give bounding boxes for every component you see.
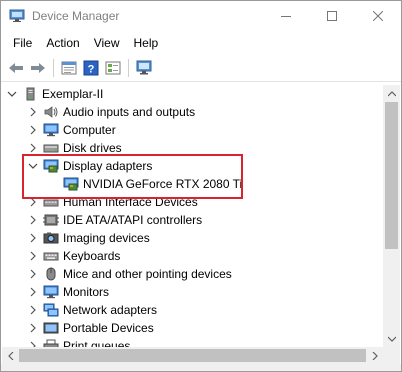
scan-hardware-icon (136, 60, 151, 75)
forward-icon (30, 63, 45, 73)
menu-view[interactable]: View (87, 33, 127, 53)
mouse-icon (43, 267, 59, 281)
category-label: Network adapters (63, 303, 158, 317)
toolbar-separator (128, 59, 129, 77)
menu-action[interactable]: Action (39, 33, 86, 53)
expand-chevron-icon[interactable] (28, 143, 38, 153)
horizontal-scrollbar[interactable] (2, 347, 383, 364)
menu-bar: File Action View Help (1, 32, 401, 54)
status-bar (1, 364, 401, 371)
tree-category-audio[interactable]: Audio inputs and outputs (28, 103, 195, 121)
category-label: Portable Devices (63, 321, 154, 335)
expand-chevron-icon[interactable] (28, 215, 38, 225)
expand-chevron-icon[interactable] (28, 323, 38, 333)
tree-category-monitors[interactable]: Monitors (28, 283, 109, 301)
tree-category-computer[interactable]: Computer (28, 121, 116, 139)
vertical-scroll-thumb[interactable] (385, 102, 398, 249)
category-label: Computer (63, 123, 116, 137)
computer-icon (43, 123, 59, 137)
tree-root-label: Exemplar-II (42, 87, 104, 101)
expand-chevron-icon[interactable] (28, 287, 38, 297)
tree-category-print-queues[interactable]: Print queues (28, 337, 130, 347)
category-label: Audio inputs and outputs (63, 105, 196, 119)
help-button[interactable]: ? (80, 58, 101, 78)
keyboard-icon (43, 249, 59, 263)
toolbar: ? (1, 55, 401, 81)
category-label: Imaging devices (63, 231, 150, 245)
properties-button[interactable] (58, 58, 79, 78)
device-manager-app-icon (9, 9, 25, 23)
expand-chevron-icon[interactable] (28, 107, 38, 117)
forward-button[interactable] (27, 58, 48, 78)
tree-root-node[interactable]: Exemplar-II (7, 85, 103, 103)
tree-category-ide[interactable]: IDE ATA/ATAPI controllers (28, 211, 202, 229)
scroll-up-arrow-icon[interactable] (383, 85, 400, 102)
category-label: Keyboards (63, 249, 121, 263)
tree-category-network[interactable]: Network adapters (28, 301, 157, 319)
properties-icon (61, 61, 76, 75)
category-label: Print queues (63, 339, 131, 347)
close-button[interactable] (355, 1, 401, 31)
scroll-right-arrow-icon[interactable] (366, 347, 383, 364)
camera-icon (43, 231, 59, 245)
horizontal-scroll-thumb[interactable] (19, 349, 366, 362)
menu-file[interactable]: File (6, 33, 39, 53)
disk-icon (43, 141, 59, 155)
scan-hardware-button[interactable] (133, 58, 154, 78)
portable-icon (43, 321, 59, 335)
category-label: Mice and other pointing devices (63, 267, 232, 281)
help-icon: ? (83, 60, 98, 76)
maximize-button[interactable] (309, 1, 355, 31)
highlight-box (22, 154, 243, 199)
minimize-button[interactable] (263, 1, 309, 31)
expand-chevron-icon[interactable] (28, 251, 38, 261)
collapse-chevron-icon[interactable] (7, 89, 17, 99)
title-bar: Device Manager (1, 1, 401, 32)
expand-chevron-icon[interactable] (28, 305, 38, 315)
back-icon (8, 63, 23, 73)
toolbar-divider (1, 81, 401, 82)
printer-icon (43, 339, 59, 347)
expand-chevron-icon[interactable] (28, 125, 38, 135)
vertical-scrollbar[interactable] (383, 85, 400, 347)
device-manager-window: Device Manager File Action View Help ? E… (0, 0, 402, 372)
back-button[interactable] (5, 58, 26, 78)
toolbar-separator (53, 59, 54, 77)
ide-icon (43, 213, 59, 227)
svg-text:?: ? (87, 64, 94, 76)
network-icon (43, 303, 59, 317)
monitor-icon (43, 285, 59, 299)
details-icon (105, 61, 120, 75)
audio-icon (43, 105, 59, 119)
tree-category-portable[interactable]: Portable Devices (28, 319, 154, 337)
expand-chevron-icon[interactable] (28, 233, 38, 243)
device-tree: Exemplar-II Audio inputs and outputs Com… (2, 85, 383, 347)
category-label: IDE ATA/ATAPI controllers (63, 213, 203, 227)
category-label: Monitors (63, 285, 110, 299)
menu-help[interactable]: Help (127, 33, 166, 53)
computer-icon (22, 87, 38, 101)
window-title: Device Manager (32, 9, 120, 23)
scroll-down-arrow-icon[interactable] (383, 330, 400, 347)
scrollbar-corner (383, 347, 400, 364)
details-button[interactable] (102, 58, 123, 78)
expand-chevron-icon[interactable] (28, 269, 38, 279)
tree-category-imaging[interactable]: Imaging devices (28, 229, 150, 247)
tree-category-keyboards[interactable]: Keyboards (28, 247, 120, 265)
scroll-left-arrow-icon[interactable] (2, 347, 19, 364)
tree-category-mice[interactable]: Mice and other pointing devices (28, 265, 232, 283)
